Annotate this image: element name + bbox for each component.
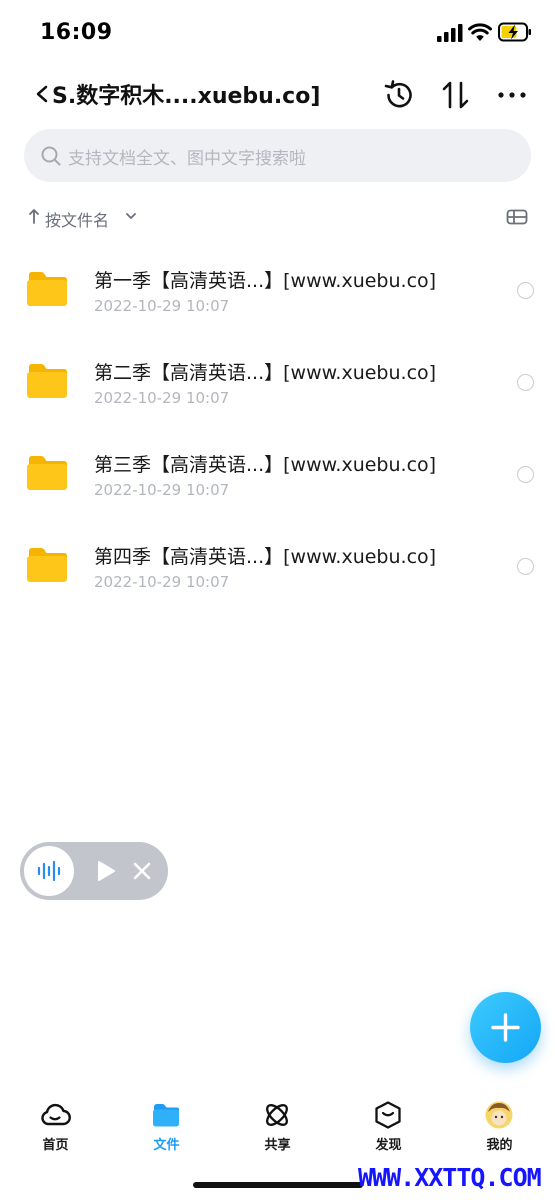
status-time: 16:09 xyxy=(40,20,113,45)
watermark-text: WWW.XXTTQ.COM xyxy=(358,1163,542,1192)
status-bar: 16:09 xyxy=(0,0,555,66)
sound-wave-icon xyxy=(37,861,61,881)
search-icon xyxy=(41,146,61,166)
wifi-icon xyxy=(468,23,492,41)
tab-label: 共享 xyxy=(264,1138,291,1153)
file-row[interactable]: 第三季【高清英语...】[www.xuebu.co] 2022-10-29 10… xyxy=(0,424,555,516)
nav-bar: S.数字积木....xuebu.co] xyxy=(0,66,555,122)
tab-files[interactable]: 文件 xyxy=(111,1094,222,1164)
file-row[interactable]: 第一季【高清英语...】[www.xuebu.co] 2022-10-29 10… xyxy=(0,240,555,332)
file-date: 2022-10-29 10:07 xyxy=(94,573,230,591)
select-radio[interactable] xyxy=(517,466,534,483)
folder-icon xyxy=(27,548,67,582)
add-button[interactable] xyxy=(470,992,541,1063)
file-date: 2022-10-29 10:07 xyxy=(94,297,230,315)
cloud-icon xyxy=(41,1103,71,1126)
folder-tab-icon xyxy=(153,1104,179,1127)
audio-wave-button[interactable] xyxy=(24,846,74,896)
sort-order-icon[interactable] xyxy=(440,78,472,112)
file-name: 第二季【高清英语...】[www.xuebu.co] xyxy=(94,362,437,384)
file-row[interactable]: 第二季【高清英语...】[www.xuebu.co] 2022-10-29 10… xyxy=(0,332,555,424)
select-radio[interactable] xyxy=(517,558,534,575)
audio-player xyxy=(20,842,168,900)
more-icon[interactable] xyxy=(496,78,528,112)
home-indicator xyxy=(193,1182,363,1188)
arrow-up-icon xyxy=(29,209,39,224)
tab-share[interactable]: 共享 xyxy=(222,1094,333,1164)
tab-bar: 首页 文件 共享 发现 我的 xyxy=(0,1094,555,1164)
back-chevron-icon[interactable] xyxy=(34,80,52,108)
tab-label: 首页 xyxy=(42,1138,69,1153)
sort-row: 按文件名 xyxy=(0,200,555,236)
file-row[interactable]: 第四季【高清英语...】[www.xuebu.co] 2022-10-29 10… xyxy=(0,516,555,608)
avatar xyxy=(485,1101,513,1129)
page-title: S.数字积木....xuebu.co] xyxy=(52,84,321,109)
tab-label: 发现 xyxy=(375,1138,402,1153)
battery-charging-icon xyxy=(498,22,531,42)
tab-home[interactable]: 首页 xyxy=(0,1094,111,1164)
folder-icon xyxy=(27,456,67,490)
file-list: 第一季【高清英语...】[www.xuebu.co] 2022-10-29 10… xyxy=(0,240,555,608)
tab-me[interactable]: 我的 xyxy=(444,1094,555,1164)
file-name: 第四季【高清英语...】[www.xuebu.co] xyxy=(94,546,437,568)
folder-icon xyxy=(27,272,67,306)
folder-icon xyxy=(27,364,67,398)
chevron-down-icon[interactable] xyxy=(125,211,137,221)
tab-discover[interactable]: 发现 xyxy=(333,1094,444,1164)
select-radio[interactable] xyxy=(517,282,534,299)
share-orbit-icon xyxy=(266,1104,288,1126)
tab-label: 我的 xyxy=(486,1138,513,1153)
plus-icon xyxy=(491,1013,520,1042)
file-date: 2022-10-29 10:07 xyxy=(94,389,230,407)
file-date: 2022-10-29 10:07 xyxy=(94,481,230,499)
close-icon[interactable] xyxy=(132,861,152,881)
select-radio[interactable] xyxy=(517,374,534,391)
sort-by-name-button[interactable]: 按文件名 xyxy=(45,207,109,231)
history-icon[interactable] xyxy=(382,78,416,112)
discover-cube-icon xyxy=(375,1101,401,1129)
tab-label: 文件 xyxy=(153,1138,180,1153)
search-placeholder: 支持文档全文、图中文字搜索啦 xyxy=(68,149,306,169)
search-bar[interactable]: 支持文档全文、图中文字搜索啦 xyxy=(24,129,531,182)
cellular-signal-icon xyxy=(437,24,463,42)
view-mode-icon[interactable] xyxy=(506,208,528,226)
play-icon[interactable] xyxy=(96,860,116,882)
file-name: 第一季【高清英语...】[www.xuebu.co] xyxy=(94,270,437,292)
file-name: 第三季【高清英语...】[www.xuebu.co] xyxy=(94,454,437,476)
